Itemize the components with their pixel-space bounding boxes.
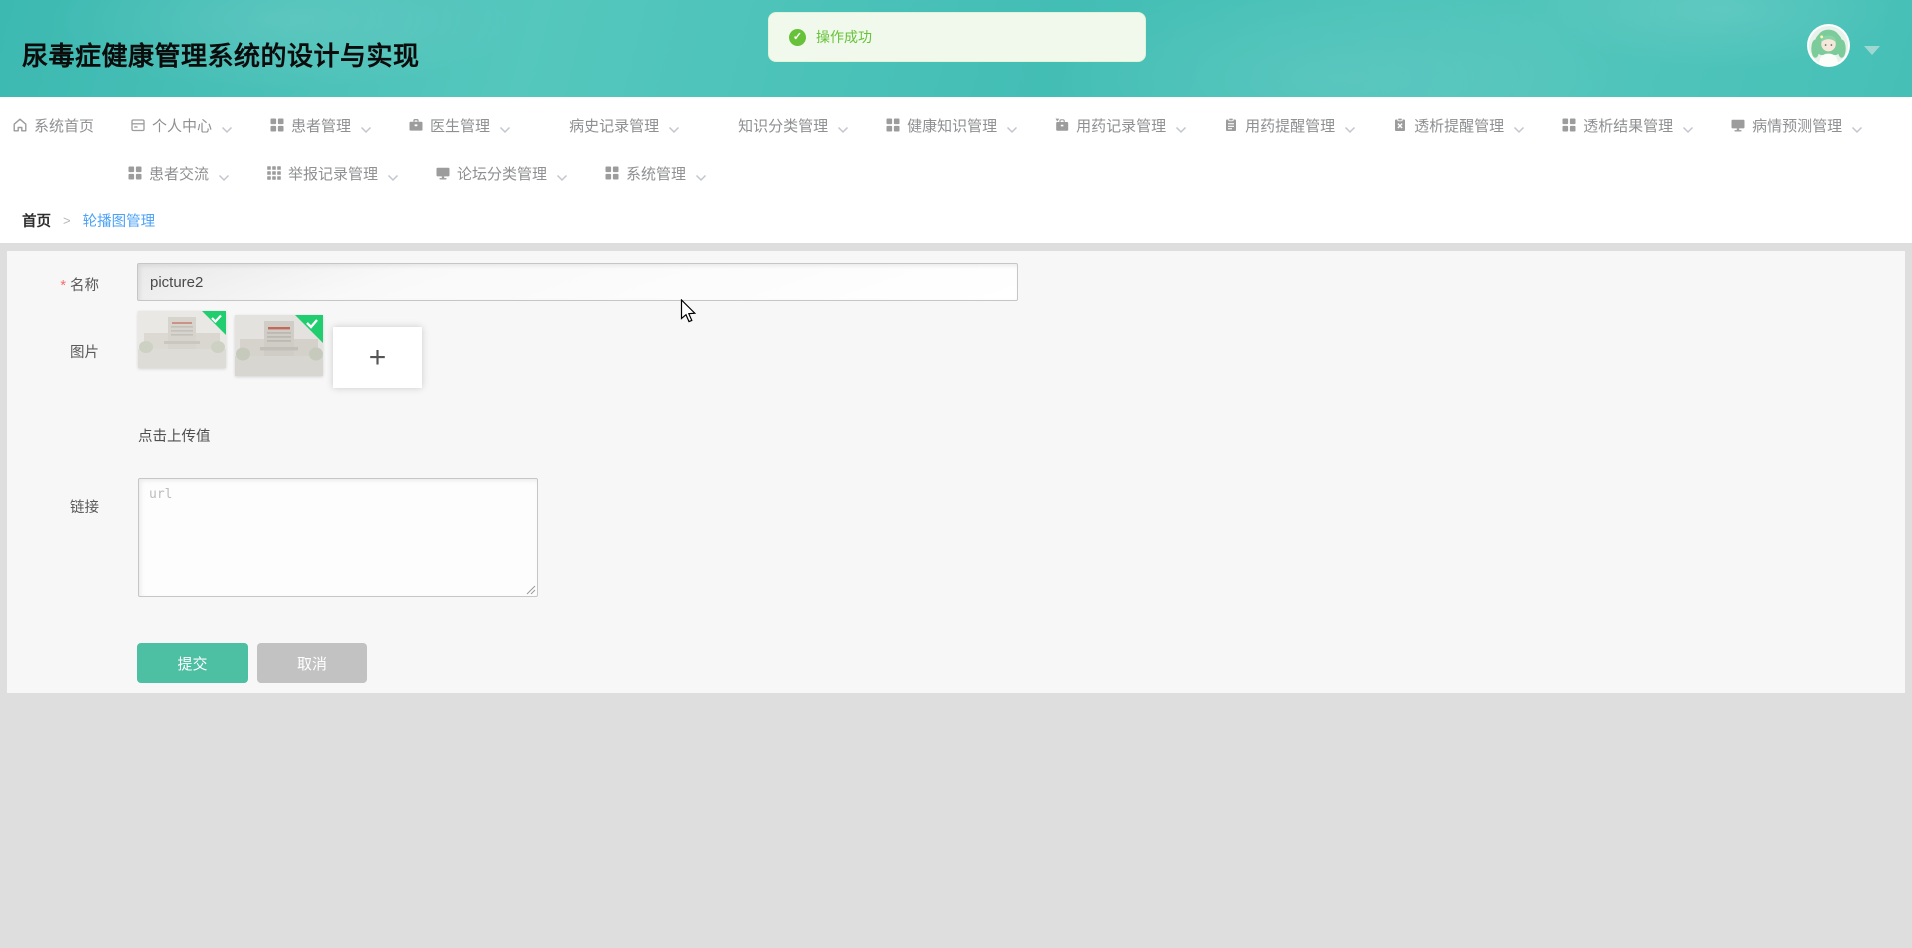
nav-row-2: 患者交流 举报记录管理 论坛分类管理 系统管理 xyxy=(0,149,1912,197)
nav-label: 举报记录管理 xyxy=(288,165,379,183)
nav-label: 个人中心 xyxy=(152,117,213,135)
submit-button[interactable]: 提交 xyxy=(137,643,248,683)
nav-label: 医生管理 xyxy=(430,117,491,135)
breadcrumb-home[interactable]: 首页 xyxy=(22,210,51,231)
plus-icon: + xyxy=(368,340,387,374)
cancel-button[interactable]: 取消 xyxy=(257,643,367,683)
page-title: 尿毒症健康管理系统的设计与实现 xyxy=(22,41,420,71)
navigation-bar: 系统首页 个人中心 患者管理 医生管理 病史记录管理 知识分类管理 健康知识管理… xyxy=(0,97,1912,243)
nav-row-1: 系统首页 个人中心 患者管理 医生管理 病史记录管理 知识分类管理 健康知识管理… xyxy=(0,101,1912,149)
chevron-down-icon xyxy=(1006,121,1018,134)
carousel-form-panel: *名称 图片 xyxy=(7,251,1905,693)
clipboard-x-icon xyxy=(1392,117,1408,133)
monitor-icon xyxy=(435,165,451,181)
toast-message: 操作成功 xyxy=(816,29,872,45)
nav-item-forum-category-mgmt[interactable]: 论坛分类管理 xyxy=(435,163,568,184)
uploaded-image-thumbnail-1[interactable] xyxy=(138,311,226,368)
nav-label: 健康知识管理 xyxy=(907,117,998,135)
chevron-down-icon xyxy=(1175,121,1187,134)
nav-item-report-record-mgmt[interactable]: 举报记录管理 xyxy=(266,163,399,184)
list-icon xyxy=(547,117,563,133)
nav-item-health-knowledge-mgmt[interactable]: 健康知识管理 xyxy=(885,115,1018,136)
nav-label: 透析提醒管理 xyxy=(1414,117,1505,135)
mouse-cursor xyxy=(680,298,698,330)
nav-item-medication-reminder-mgmt[interactable]: 用药提醒管理 xyxy=(1223,115,1356,136)
avatar-image xyxy=(1809,26,1848,65)
link-field-label: 链接 xyxy=(70,500,99,516)
nav-label: 患者交流 xyxy=(149,165,210,183)
chevron-down-icon xyxy=(556,169,568,182)
success-toast: ✓ 操作成功 xyxy=(768,12,1146,62)
uploaded-image-thumbnail-2[interactable] xyxy=(235,315,323,376)
name-input[interactable] xyxy=(137,263,1018,301)
name-field-label: * 名称 xyxy=(60,278,99,294)
user-avatar[interactable] xyxy=(1807,24,1850,67)
nav-label: 患者管理 xyxy=(291,117,352,135)
nav-label: 知识分类管理 xyxy=(738,117,829,135)
grid-icon xyxy=(604,165,620,181)
chevron-down-icon xyxy=(837,121,849,134)
nav-item-patient-mgmt[interactable]: 患者管理 xyxy=(269,115,372,136)
chevron-down-icon xyxy=(499,121,511,134)
upload-hint-text: 点击上传值 xyxy=(138,429,211,445)
grid-icon xyxy=(127,165,143,181)
chevron-down-icon xyxy=(387,169,399,182)
user-menu-caret-icon[interactable] xyxy=(1864,46,1880,55)
nav-item-doctor-mgmt[interactable]: 医生管理 xyxy=(408,115,511,136)
chevron-down-icon xyxy=(218,169,230,182)
nav-item-dialysis-result-mgmt[interactable]: 透析结果管理 xyxy=(1561,115,1694,136)
building-photo xyxy=(138,311,226,368)
nav-item-patient-exchange[interactable]: 患者交流 xyxy=(127,163,230,184)
nav-label: 系统首页 xyxy=(34,117,95,135)
nav-item-dialysis-reminder-mgmt[interactable]: 透析提醒管理 xyxy=(1392,115,1525,136)
chevron-down-icon xyxy=(360,121,372,134)
nav-item-medication-record-mgmt[interactable]: 用药记录管理 xyxy=(1054,115,1187,136)
clipboard-icon xyxy=(1223,117,1239,133)
grid-icon xyxy=(885,117,901,133)
window-icon xyxy=(130,117,146,133)
nav-label: 病史记录管理 xyxy=(569,117,660,135)
bag-icon xyxy=(1054,117,1070,133)
nav-item-system-mgmt[interactable]: 系统管理 xyxy=(604,163,707,184)
check-circle-icon: ✓ xyxy=(789,28,806,46)
link-textarea[interactable] xyxy=(138,478,538,597)
nav-item-system-home[interactable]: 系统首页 xyxy=(12,115,94,136)
grid3-icon xyxy=(266,165,282,181)
nav-label: 用药记录管理 xyxy=(1076,117,1167,135)
home-icon xyxy=(12,117,28,133)
nav-label: 论坛分类管理 xyxy=(457,165,548,183)
chevron-down-icon xyxy=(1513,121,1525,134)
nav-label: 用药提醒管理 xyxy=(1245,117,1336,135)
breadcrumb-current[interactable]: 轮播图管理 xyxy=(83,210,156,231)
nav-item-medical-history-mgmt[interactable]: 病史记录管理 xyxy=(547,115,680,136)
monitor-icon xyxy=(1730,117,1746,133)
upload-image-button[interactable]: + xyxy=(333,327,422,388)
grid-icon xyxy=(1561,117,1577,133)
chevron-down-icon xyxy=(221,121,233,134)
breadcrumb-separator: > xyxy=(63,212,71,228)
chevron-down-icon xyxy=(1344,121,1356,134)
nav-item-knowledge-category-mgmt[interactable]: 知识分类管理 xyxy=(716,115,849,136)
required-asterisk: * xyxy=(60,278,66,294)
nav-label: 系统管理 xyxy=(626,165,687,183)
list-icon xyxy=(716,117,732,133)
nav-item-disease-prediction-mgmt[interactable]: 病情预测管理 xyxy=(1730,115,1863,136)
nav-label: 透析结果管理 xyxy=(1583,117,1674,135)
chevron-down-icon xyxy=(668,121,680,134)
chevron-down-icon xyxy=(1682,121,1694,134)
nav-item-personal-center[interactable]: 个人中心 xyxy=(130,115,233,136)
breadcrumb: 首页 > 轮播图管理 xyxy=(0,199,1912,241)
nav-label: 病情预测管理 xyxy=(1752,117,1843,135)
chevron-down-icon xyxy=(695,169,707,182)
image-field-label: 图片 xyxy=(70,345,99,361)
briefcase-icon xyxy=(408,117,424,133)
chevron-down-icon xyxy=(1851,121,1863,134)
grid-icon xyxy=(269,117,285,133)
building-photo xyxy=(235,315,323,376)
